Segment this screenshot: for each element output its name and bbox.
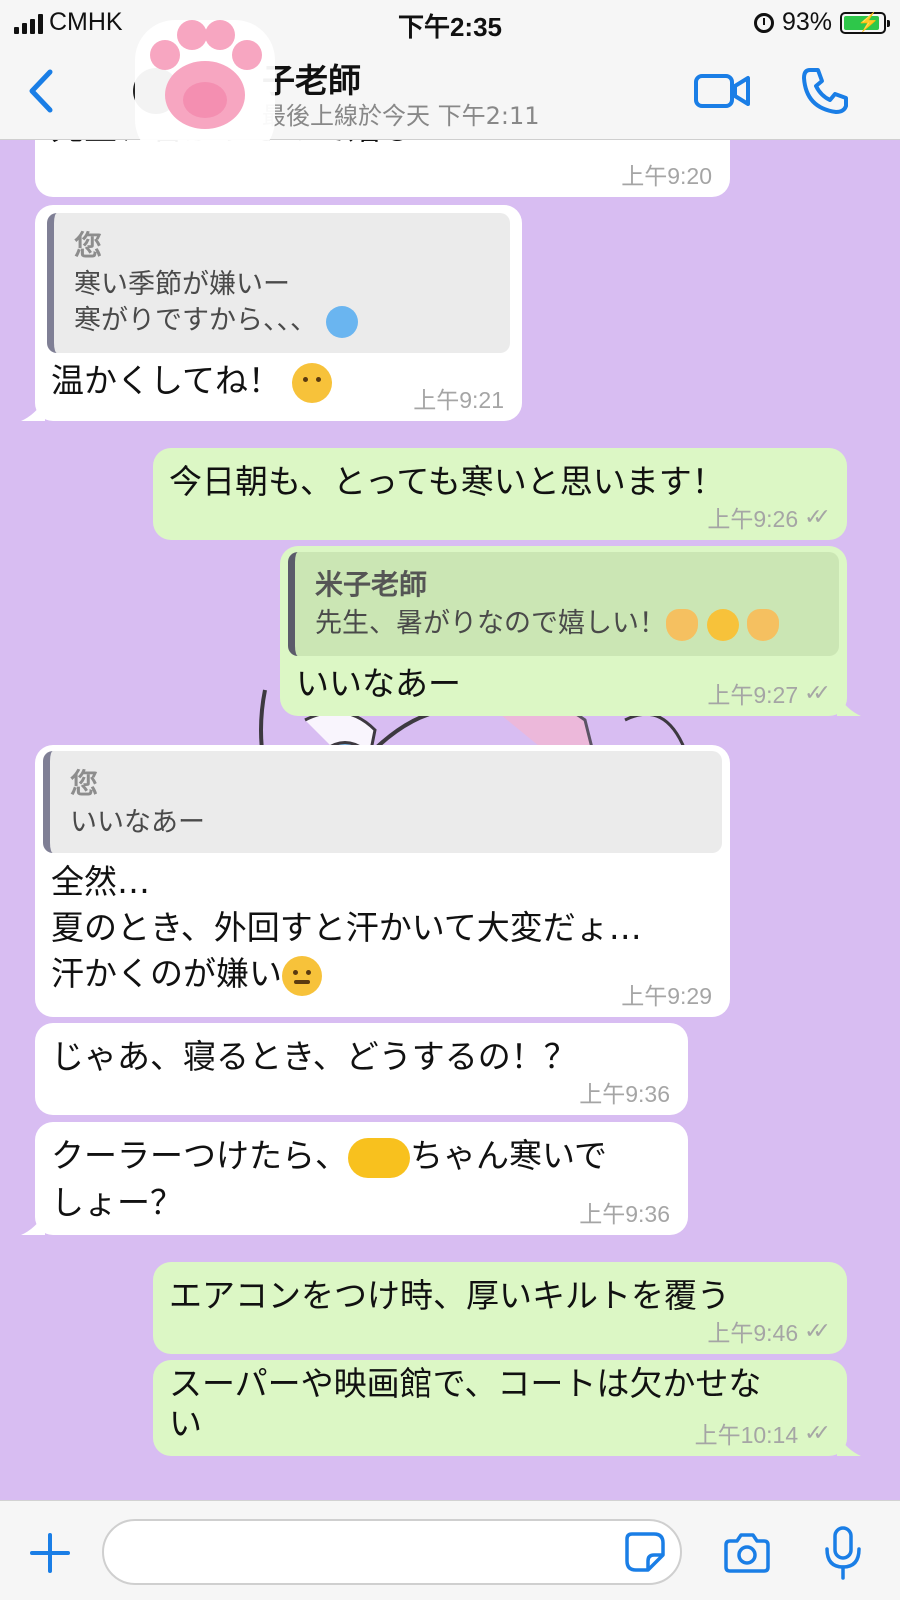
- upside-down-face-emoji: [291, 362, 332, 403]
- message-text: エアコンをつけ時、厚いキルトを覆う: [169, 1276, 730, 1315]
- message-bubble-outgoing[interactable]: 米子老師 先生、暑がりなので嬉しい！ いいなあー 上午9:27 ✓✓: [280, 546, 861, 716]
- quote-author: 您: [70, 767, 99, 800]
- message-time: 上午9:36: [579, 1081, 670, 1107]
- bubble-tail: [21, 399, 45, 421]
- message-bubble-incoming[interactable]: 您 寒い季節が嫌いー 寒がりですから、、、 温かくしてね！ 上午9:21: [21, 205, 522, 421]
- message-meta: 上午9:36: [579, 1195, 670, 1229]
- sticker-icon[interactable]: [624, 1531, 666, 1573]
- message-meta: 上午9:26 ✓✓: [707, 500, 831, 534]
- message-time: 上午9:36: [579, 1201, 670, 1227]
- quoted-message[interactable]: 米子老師 先生、暑がりなので嬉しい！: [288, 552, 839, 656]
- compose-bar: [0, 1500, 900, 1600]
- read-ticks-icon: ✓✓: [804, 1318, 831, 1343]
- read-ticks-icon: ✓✓: [804, 504, 831, 529]
- plus-icon[interactable]: [28, 1531, 72, 1575]
- freezing-face-emoji: [325, 305, 358, 338]
- bubble-tail: [21, 1213, 45, 1235]
- status-right: 93% ⚡: [753, 8, 890, 37]
- message-time: 上午9:46: [707, 1320, 799, 1346]
- message-time: 上午9:29: [621, 983, 712, 1009]
- message-time: 上午9:21: [413, 387, 504, 413]
- message-meta: 上午10:14 ✓✓: [694, 1416, 831, 1450]
- message-time: 上午9:27: [707, 682, 799, 708]
- message-meta: 上午9:21: [413, 381, 504, 415]
- redacted-name-sticker: [348, 1137, 410, 1178]
- battery-level: ⚡: [844, 12, 879, 32]
- message-text: 温かくしてね！: [51, 361, 282, 400]
- message-bubble-outgoing[interactable]: スーパーや映画館で、コートは欠かせな い 上午10:14 ✓✓: [153, 1360, 861, 1456]
- quote-author: 您: [74, 229, 103, 262]
- quote-text-wrap: 寒い季節が嫌いー 寒がりですから、、、: [74, 267, 490, 339]
- partying-face-emoji: [706, 608, 739, 641]
- video-call-icon[interactable]: [693, 68, 751, 114]
- chat-area[interactable]: 先生、暑がりなので嬉しい！ 上午9:20 您 寒い季節が嫌いー 寒がりですから、…: [0, 140, 900, 1500]
- microphone-icon[interactable]: [822, 1525, 864, 1581]
- message-bubble-incoming[interactable]: 您 いいなあー 全然… 夏のとき、外回すと汗かいて大変だょ… 汗かくのが嫌い 上…: [35, 745, 730, 1017]
- message-text-before: クーラーつけたら、: [51, 1136, 348, 1175]
- message-bubble-outgoing[interactable]: 今日朝も、とっても寒いと思います！ 上午9:26 ✓✓: [153, 448, 847, 540]
- message-meta: 上午9:20: [621, 157, 712, 191]
- message-time: 上午9:26: [707, 506, 799, 532]
- message-bubble-incoming[interactable]: クーラーつけたら、 ちゃん寒いで しょー？ 上午9:36: [21, 1122, 688, 1235]
- battery-percent: 93%: [781, 8, 832, 36]
- message-meta: 上午9:29: [621, 977, 712, 1011]
- quote-text-wrap: 先生、暑がりなので嬉しい！: [315, 606, 819, 642]
- message-meta: 上午9:27 ✓✓: [707, 676, 831, 710]
- raised-hand-emoji: [747, 608, 780, 641]
- bubble-tail: [837, 1434, 861, 1456]
- quoted-message[interactable]: 您 寒い季節が嫌いー 寒がりですから、、、: [47, 213, 510, 353]
- message-text-wrap: 全然… 夏のとき、外回すと汗かいて大変だょ… 汗かくのが嫌い: [43, 859, 722, 997]
- message-text: 今日朝も、とっても寒いと思います！: [169, 462, 725, 501]
- back-icon[interactable]: [22, 66, 62, 116]
- quote-text: 寒い季節が嫌いー 寒がりですから、、、: [74, 269, 317, 336]
- message-input[interactable]: [102, 1519, 682, 1585]
- phone-call-icon[interactable]: [800, 66, 850, 116]
- message-text: じゃあ、寝るとき、どうするの！？: [51, 1037, 577, 1076]
- message-time: 上午10:14: [694, 1422, 799, 1448]
- read-ticks-icon: ✓✓: [804, 680, 831, 705]
- message-meta: 上午9:46 ✓✓: [707, 1314, 831, 1348]
- bubble-tail: [837, 694, 861, 716]
- message-bubble-outgoing[interactable]: エアコンをつけ時、厚いキルトを覆う 上午9:46 ✓✓: [153, 1262, 847, 1354]
- message-bubble-incoming[interactable]: じゃあ、寝るとき、どうするの！？ 上午9:36: [35, 1023, 688, 1115]
- last-seen-status: 最後上線於今天 下午2:11: [262, 102, 540, 130]
- message-text: 全然… 夏のとき、外回すと汗かいて大変だょ… 汗かくのが嫌い: [51, 862, 642, 993]
- battery-icon: ⚡: [840, 11, 890, 34]
- message-time: 上午9:20: [621, 163, 712, 189]
- confounded-face-emoji: [282, 955, 322, 996]
- message-meta: 上午9:36: [579, 1075, 670, 1109]
- alarm-icon: [753, 12, 774, 33]
- camera-icon[interactable]: [722, 1531, 772, 1575]
- quote-text: 先生、暑がりなので嬉しい！: [315, 608, 666, 639]
- quoted-message[interactable]: 您 いいなあー: [43, 751, 722, 853]
- quote-author: 米子老師: [315, 568, 428, 601]
- quote-text: いいなあー: [70, 807, 205, 838]
- raised-hand-emoji: [666, 608, 698, 641]
- read-ticks-icon: ✓✓: [804, 1420, 831, 1445]
- paw-sticker: [135, 20, 275, 160]
